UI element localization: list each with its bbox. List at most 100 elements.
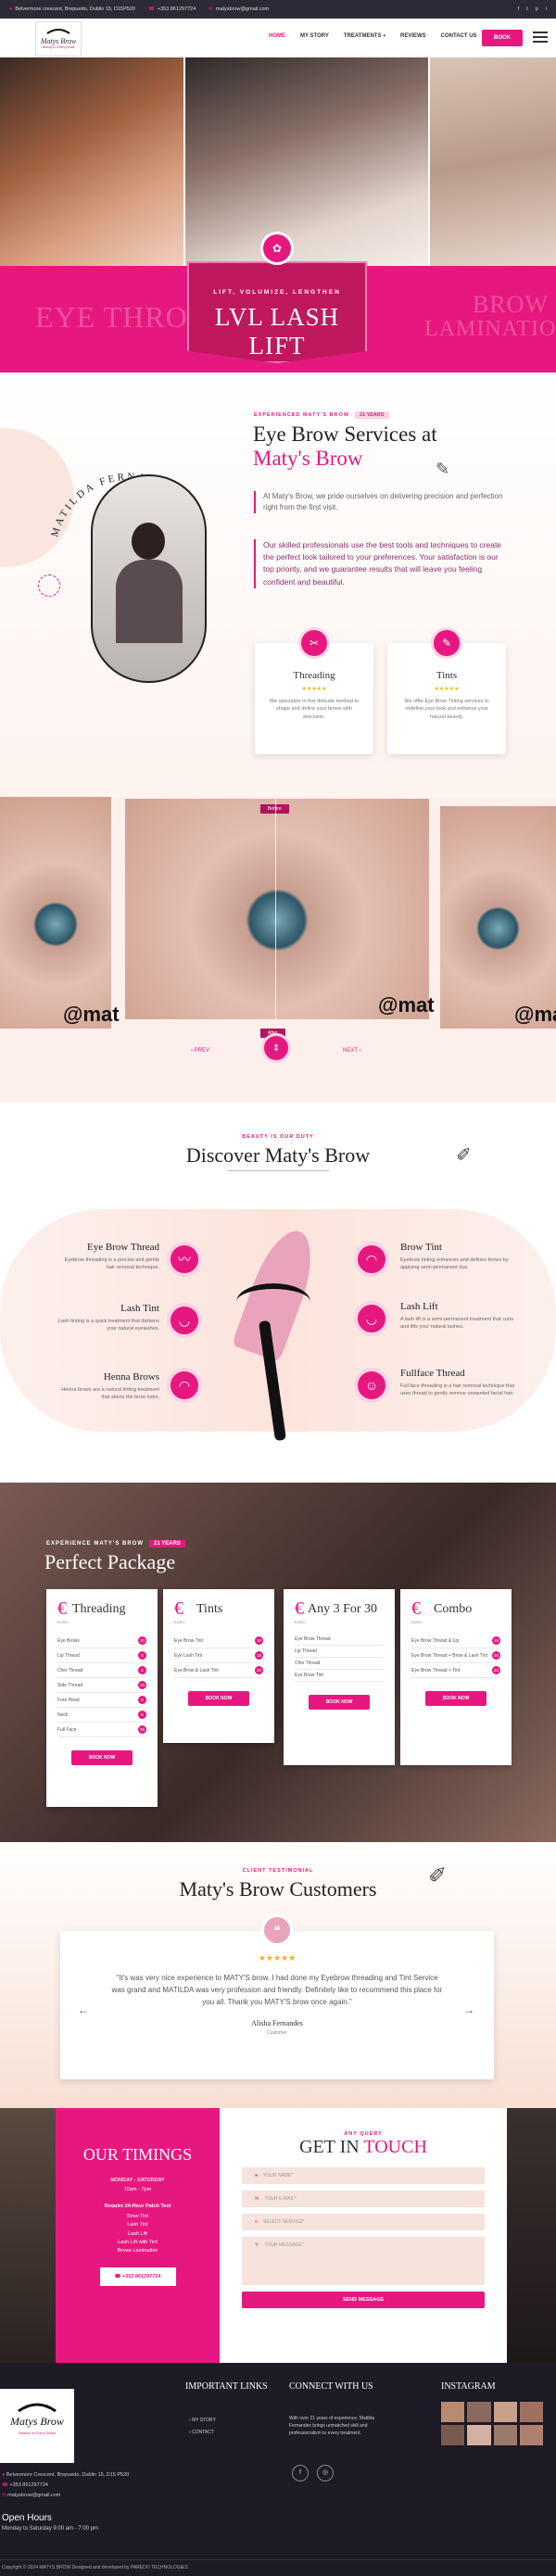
instagram-title: INSTAGRAM: [441, 2381, 496, 2392]
name-field[interactable]: ● YOUR NAME*: [242, 2167, 485, 2184]
connect-title: CONNECT WITH US: [289, 2381, 373, 2392]
footer-logo[interactable]: Matys Brow Beauty in Every Detail: [0, 2389, 74, 2463]
service-card-tints[interactable]: ✎ Tints ★★★★★ We offer Eye Brow Tinting …: [387, 627, 506, 754]
facebook-icon[interactable]: f: [518, 6, 520, 12]
hero-photo-brow-lamination: [430, 57, 556, 266]
hamburger-icon[interactable]: [533, 32, 548, 43]
package-item-price: 5: [138, 1666, 146, 1674]
instagram-thumb[interactable]: [493, 2425, 517, 2445]
service-title: Brow Tint: [400, 1242, 442, 1253]
open-hours-title: Open Hours: [2, 2513, 52, 2523]
chevron-down-icon: ▾: [383, 33, 385, 39]
package-item: Side Thread 10: [57, 1678, 146, 1693]
mail-icon: ✉: [208, 6, 213, 12]
book-now-button[interactable]: BOOK NOW: [71, 1750, 133, 1765]
topbar-email[interactable]: matysbrow@gmail.com: [216, 6, 269, 12]
package-card-tints: € Tints EURO Eye Brow Tint 10 Eye Lash Tint…: [163, 1589, 274, 1743]
instagram-thumb[interactable]: [519, 2402, 543, 2422]
book-now-button[interactable]: BOOK NOW: [188, 1691, 249, 1706]
hero-title-banner: LIFT, VOLUMIZE, LENGTHEN LVL LASH LIFT: [187, 261, 367, 363]
facebook-icon[interactable]: f: [292, 2465, 309, 2481]
service-title: Fullface Thread: [400, 1368, 465, 1379]
message-field[interactable]: ✎ YOUR MESSAGE*: [242, 2237, 485, 2285]
footer-logo-subtitle: Beauty in Every Detail: [19, 2431, 56, 2435]
pencil-icon: ✎: [255, 2242, 259, 2248]
service-card-threading[interactable]: ✂ Threading ★★★★★ We specialize in this …: [255, 627, 373, 754]
patch-test-title: Require 24-Hour Patch Test: [104, 2203, 171, 2209]
book-button[interactable]: BOOK: [482, 30, 523, 46]
logo[interactable]: Matys Brow Beauty in Every Detail: [35, 21, 82, 57]
book-now-button[interactable]: BOOK NOW: [309, 1695, 370, 1710]
logo-subtitle: Beauty in Every Detail: [42, 45, 75, 49]
nav-reviews[interactable]: REVIEWS: [400, 33, 426, 39]
footer: Matys Brow Beauty in Every Detail ● Belv…: [0, 2363, 556, 2576]
hero-title: LVL LASH LIFT: [214, 303, 340, 360]
prev-button[interactable]: ‹ PREV: [191, 1048, 209, 1054]
package-item-price: 20: [492, 1666, 500, 1674]
service-select[interactable]: ≡ SELECT SERVICE*: [242, 2214, 485, 2230]
next-button[interactable]: NEXT ›: [343, 1048, 361, 1054]
topbar-phone[interactable]: +353 861297724: [158, 6, 196, 12]
nav-treatments[interactable]: TREATMENTS: [344, 33, 382, 39]
instagram-thumb[interactable]: [467, 2402, 491, 2422]
package-item: Eye Brow Thread & Lip 15: [411, 1634, 500, 1648]
package-item: Neck 5: [57, 1708, 146, 1723]
nav-my-story[interactable]: MY STORY: [300, 33, 329, 39]
footer-link-my-story[interactable]: › MY STORY: [189, 2415, 216, 2427]
instagram-grid: [441, 2402, 543, 2445]
instagram-thumb[interactable]: [467, 2425, 491, 2445]
watermark-left: @mat: [63, 1003, 120, 1026]
location-icon: ●: [9, 6, 13, 12]
brow-tint-icon[interactable]: ◠: [354, 1242, 389, 1277]
footer-phone[interactable]: +353 861297724: [9, 2482, 47, 2488]
patch-test-item: Lash Lift: [128, 2230, 147, 2237]
instagram-thumb[interactable]: [493, 2402, 517, 2422]
timings-title: OUR TIMINGS: [82, 2145, 193, 2164]
euro-icon: €: [174, 1598, 183, 1619]
cosmetics-decoration: ✐: [456, 1145, 472, 1166]
service-text: Eyebrow threading is a precise and gentl…: [64, 1257, 159, 1271]
package-card-combo: € Combo EURO Eye Brow Thread & Lip 15 Eye B…: [400, 1589, 512, 1765]
nav-home[interactable]: HOME: [269, 33, 285, 39]
arrow-right-icon[interactable]: →: [463, 2003, 474, 2016]
footer-email[interactable]: matysbrow@gmail.com: [7, 2493, 60, 2498]
watermark-center: @mat: [378, 993, 435, 1017]
footer-link-contact[interactable]: › CONTACT: [189, 2427, 216, 2439]
lash-lift-icon[interactable]: ◡: [354, 1301, 389, 1336]
instagram-thumb[interactable]: [441, 2425, 465, 2445]
about-body: Our skilled professionals use the best t…: [254, 539, 504, 588]
nav-contact[interactable]: CONTACT US: [441, 33, 477, 39]
topbar-address: Belvermore crescent, Brepuedo, Dublin 15…: [15, 6, 135, 12]
email-field[interactable]: ✉ YOUR E-MAIL*: [242, 2191, 485, 2207]
pinterest-icon[interactable]: p: [536, 6, 538, 12]
testimonial-name: Alisha Fernandes: [251, 2019, 303, 2028]
contact-title-2: TOUCH: [363, 2137, 427, 2157]
testimonial-card: ❝ ★★★★★ "It's was very nice experience t…: [60, 1914, 494, 2079]
mail-icon: ✉: [255, 2196, 259, 2202]
fullface-thread-icon[interactable]: ☺: [354, 1368, 389, 1403]
copyright: Copyright © 2024 MATYS BROW Designed and…: [2, 2565, 188, 2570]
eyebrow-thread-icon[interactable]: 〰: [167, 1242, 202, 1277]
package-item-label: Chin Thread: [295, 1661, 321, 1666]
card-title: Threading: [293, 670, 335, 681]
send-message-button[interactable]: SEND MESSAGE: [242, 2292, 485, 2308]
instagram-thumb[interactable]: [441, 2402, 465, 2422]
twitter-icon[interactable]: t: [526, 6, 528, 12]
euro-icon: €: [57, 1598, 67, 1619]
package-item-label: Side Thread: [57, 1682, 83, 1688]
instagram-icon[interactable]: i: [546, 6, 547, 12]
phone-icon: ☎: [147, 6, 155, 12]
instagram-thumb[interactable]: [519, 2425, 543, 2445]
compare-handle[interactable]: ⇕: [261, 1033, 291, 1063]
call-button[interactable]: ☎ +353 861297724: [99, 2267, 176, 2286]
service-text: Full face threading is a hair removal te…: [400, 1383, 515, 1397]
henna-brows-icon[interactable]: ◠: [167, 1368, 202, 1403]
book-now-button[interactable]: BOOK NOW: [425, 1691, 486, 1706]
compare-divider: [275, 799, 276, 1019]
arrow-left-icon[interactable]: ←: [78, 2003, 89, 2016]
package-item: Chin Thread: [295, 1658, 384, 1670]
instagram-icon[interactable]: ◎: [317, 2465, 334, 2481]
package-item: Eye Brow Thread + Tint 20: [411, 1663, 500, 1678]
testimonial-stars: ★★★★★: [258, 1953, 297, 1963]
lash-tint-icon[interactable]: ◡: [167, 1303, 202, 1338]
